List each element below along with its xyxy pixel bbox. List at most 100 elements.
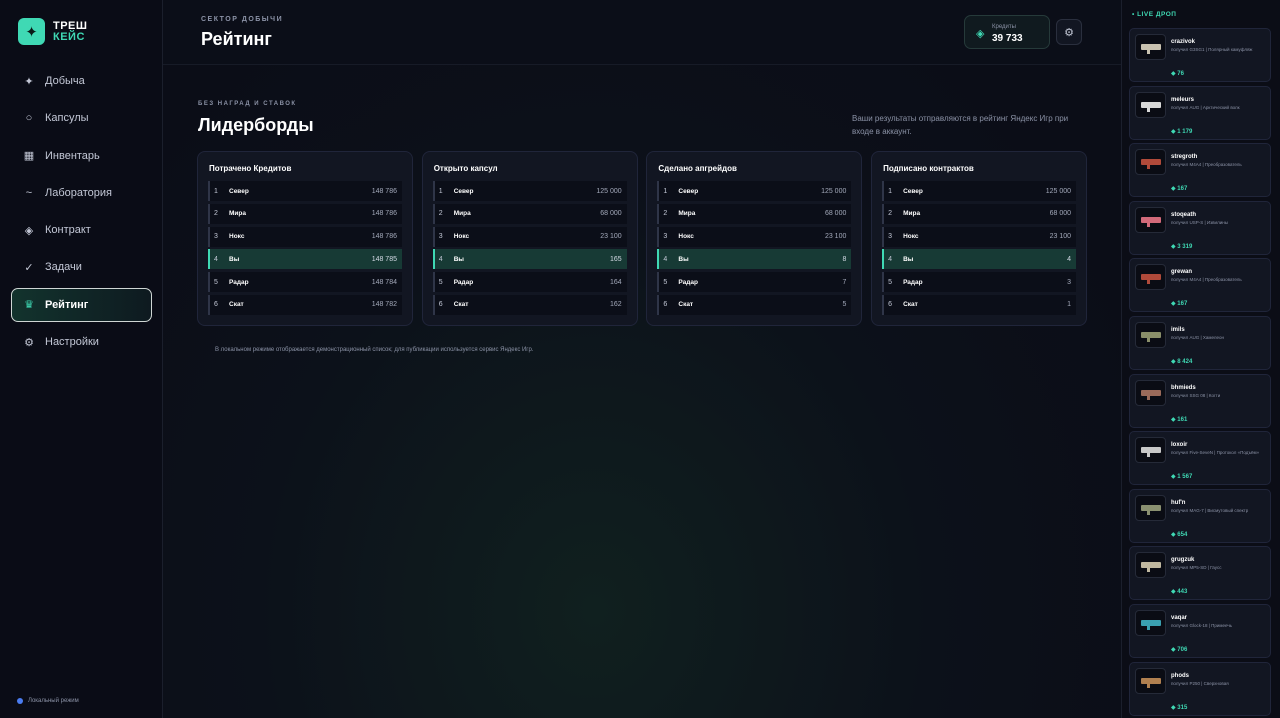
leaderboard-row: 3 Нокс 148 786 [208, 226, 402, 247]
leaderboard-row: 3 Нокс 23 100 [432, 226, 627, 247]
weapon-icon [1140, 101, 1161, 112]
row-name: Радар [453, 278, 474, 286]
sidebar-item-1[interactable]: ○ Капсулы [11, 101, 152, 135]
sector-label: СЕКТОР ДОБЫЧИ [201, 16, 284, 23]
weapon-icon [1140, 447, 1161, 458]
row-rank: 1 [214, 187, 218, 195]
drop-item-name: получил M4A4 | Преобразователь [1171, 277, 1242, 283]
live-drop-item[interactable]: crazivok получил G3SG1 | Полярный камуфля… [1129, 28, 1271, 82]
row-value: 1 [1067, 301, 1072, 309]
sidebar-item-6[interactable]: ♛ Рейтинг [11, 287, 152, 322]
drop-value: ◆ 8 424 [1171, 358, 1193, 365]
live-drop-item[interactable]: loxoir получил Five-SeveN | Протокол «Под… [1129, 431, 1271, 486]
row-rank: 6 [663, 301, 668, 309]
row-value: 125 000 [1045, 187, 1072, 195]
row-value: 7 [842, 278, 847, 286]
row-value: 148 786 [371, 187, 397, 195]
weapon-icon [1140, 159, 1161, 170]
live-drop-item[interactable]: meleurs получил AUG | Арктический волк ◆ 1… [1129, 85, 1271, 140]
weapon-thumbnail [1135, 321, 1166, 348]
row-value: 148 786 [371, 233, 397, 241]
live-drop-item[interactable]: stoqeath получил USP-S | Извилины ◆ 3 319 [1129, 200, 1271, 255]
leaderboard-row-current-user: 4 Вы 165 [432, 249, 627, 270]
drop-item-name: получил Glock-18 | Примеечь [1171, 622, 1233, 628]
row-value: 165 [610, 255, 622, 263]
row-rank: 2 [888, 210, 892, 218]
row-value: 23 100 [824, 233, 847, 241]
leaderboard-title: Потрачено Кредитов [209, 164, 292, 173]
row-value: 4 [1067, 255, 1072, 263]
sidebar-item-2[interactable]: ▦ Инвентарь [11, 139, 152, 173]
leaderboard-row: 1 Север 125 000 [657, 181, 852, 201]
brand-text: ТРЕШ КЕЙС [53, 20, 87, 43]
local-mode-label: Локальный режим [28, 698, 79, 704]
row-value: 68 000 [1049, 210, 1072, 218]
drop-username: imils [1171, 326, 1185, 333]
live-drop-item[interactable]: grugzuk получил MP5-SD | Гаусс ◆ 443 [1129, 546, 1271, 601]
leaderboard-row-current-user: 4 Вы 4 [882, 249, 1077, 270]
drop-item-name: получил AUG | Арктический волк [1171, 104, 1240, 110]
diamond-icon: ◈ [24, 224, 34, 237]
leaderboard-card: Потрачено Кредитов 1 Север 148 786 2 Мира 148 … [197, 151, 413, 326]
row-rank: 6 [214, 301, 218, 309]
live-drop-list[interactable]: crazivok получил G3SG1 | Полярный камуфля… [1129, 28, 1271, 718]
drop-value: ◆ 1 179 [1171, 128, 1193, 135]
drop-username: grugzuk [1171, 557, 1195, 564]
row-name: Нокс [903, 233, 919, 241]
sidebar-item-label: Контракт [45, 224, 91, 237]
row-rank: 2 [438, 210, 443, 218]
row-name: Скат [453, 301, 469, 309]
credits-label: Кредиты [992, 24, 1016, 30]
sidebar-item-0[interactable]: ✦ Добыча [11, 64, 152, 98]
sidebar-item-7[interactable]: ⚙ Настройки [11, 325, 152, 359]
row-rank: 1 [888, 187, 892, 195]
row-name: Мира [229, 210, 246, 218]
leaderboard-row: 6 Скат 1 [882, 294, 1077, 315]
drop-item-name: получил P250 | Сверхновая [1171, 680, 1229, 686]
sidebar-item-label: Рейтинг [45, 298, 89, 311]
drop-username: vaqar [1171, 614, 1188, 621]
drop-item-name: получил USP-S | Извилины [1171, 219, 1228, 225]
live-drop-item[interactable]: vaqar получил Glock-18 | Примеечь ◆ 706 [1129, 603, 1271, 658]
settings-button[interactable]: ⚙ [1056, 19, 1082, 45]
leaderboard-row: 1 Север 148 786 [208, 181, 402, 201]
weapon-thumbnail [1135, 494, 1166, 521]
grid-icon: ▦ [23, 150, 35, 163]
row-name: Радар [903, 278, 923, 286]
row-name: Север [453, 187, 474, 195]
leaderboard-row: 6 Скат 5 [657, 294, 852, 315]
live-drop-item[interactable]: imils получил AUG | Хамелеон ◆ 8 424 [1129, 315, 1271, 370]
crown-icon: ♛ [24, 299, 34, 312]
leaderboard-row: 3 Нокс 23 100 [882, 226, 1077, 247]
weapon-thumbnail [1135, 264, 1166, 291]
leaderboard-card: Сделано апгрейдов 1 Север 125 000 2 Мира 68 00… [646, 151, 863, 326]
sidebar-item-label: Инвентарь [45, 149, 100, 162]
drop-value: ◆ 167 [1171, 186, 1188, 193]
row-value: 23 100 [1049, 233, 1072, 241]
credits-badge: ◈ Кредиты 39 733 [964, 15, 1050, 49]
row-rank: 3 [663, 233, 668, 241]
weapon-thumbnail [1135, 206, 1166, 233]
sidebar-nav: ✦ Добыча ○ Капсулы ▦ Инвентарь ~ Лаборатория ◈ Ко… [11, 64, 152, 362]
drop-item-name: получил G3SG1 | Полярный камуфляж [1171, 47, 1253, 52]
sidebar-item-5[interactable]: ✓ Задачи [11, 250, 152, 284]
row-value: 68 000 [600, 210, 622, 218]
drop-value: ◆ 1 567 [1171, 474, 1193, 481]
row-rank: 6 [888, 301, 892, 309]
weapon-thumbnail [1135, 379, 1166, 406]
row-name: Вы [453, 255, 464, 263]
sidebar-item-4[interactable]: ◈ Контракт [11, 213, 152, 247]
live-drop-item[interactable]: huf'n получил MAG-7 | Висмутовый спектр ◆ … [1129, 488, 1271, 543]
gear-icon: ⚙ [1064, 26, 1074, 39]
sidebar-item-3[interactable]: ~ Лаборатория [11, 176, 152, 210]
weapon-icon [1140, 562, 1161, 573]
live-drop-item[interactable]: phods получил P250 | Сверхновая ◆ 315 [1129, 661, 1271, 716]
live-drop-item[interactable]: stregroth получил M4A4 | Преобразователь ◆… [1129, 143, 1271, 198]
live-drop-item[interactable]: bhmieds получил SSG 08 | Когти ◆ 161 [1129, 373, 1271, 428]
weapon-icon [1140, 331, 1161, 342]
live-drop-item[interactable]: grewan получил M4A4 | Преобразователь ◆ 16… [1129, 258, 1271, 313]
leaderboard-row: 6 Скат 162 [432, 294, 627, 315]
gear-icon: ⚙ [24, 336, 34, 349]
brand[interactable]: ✦ ТРЕШ КЕЙС [18, 18, 87, 45]
leaderboard-notice: Ваши результаты отправляются в рейтинг Я… [852, 114, 1069, 136]
